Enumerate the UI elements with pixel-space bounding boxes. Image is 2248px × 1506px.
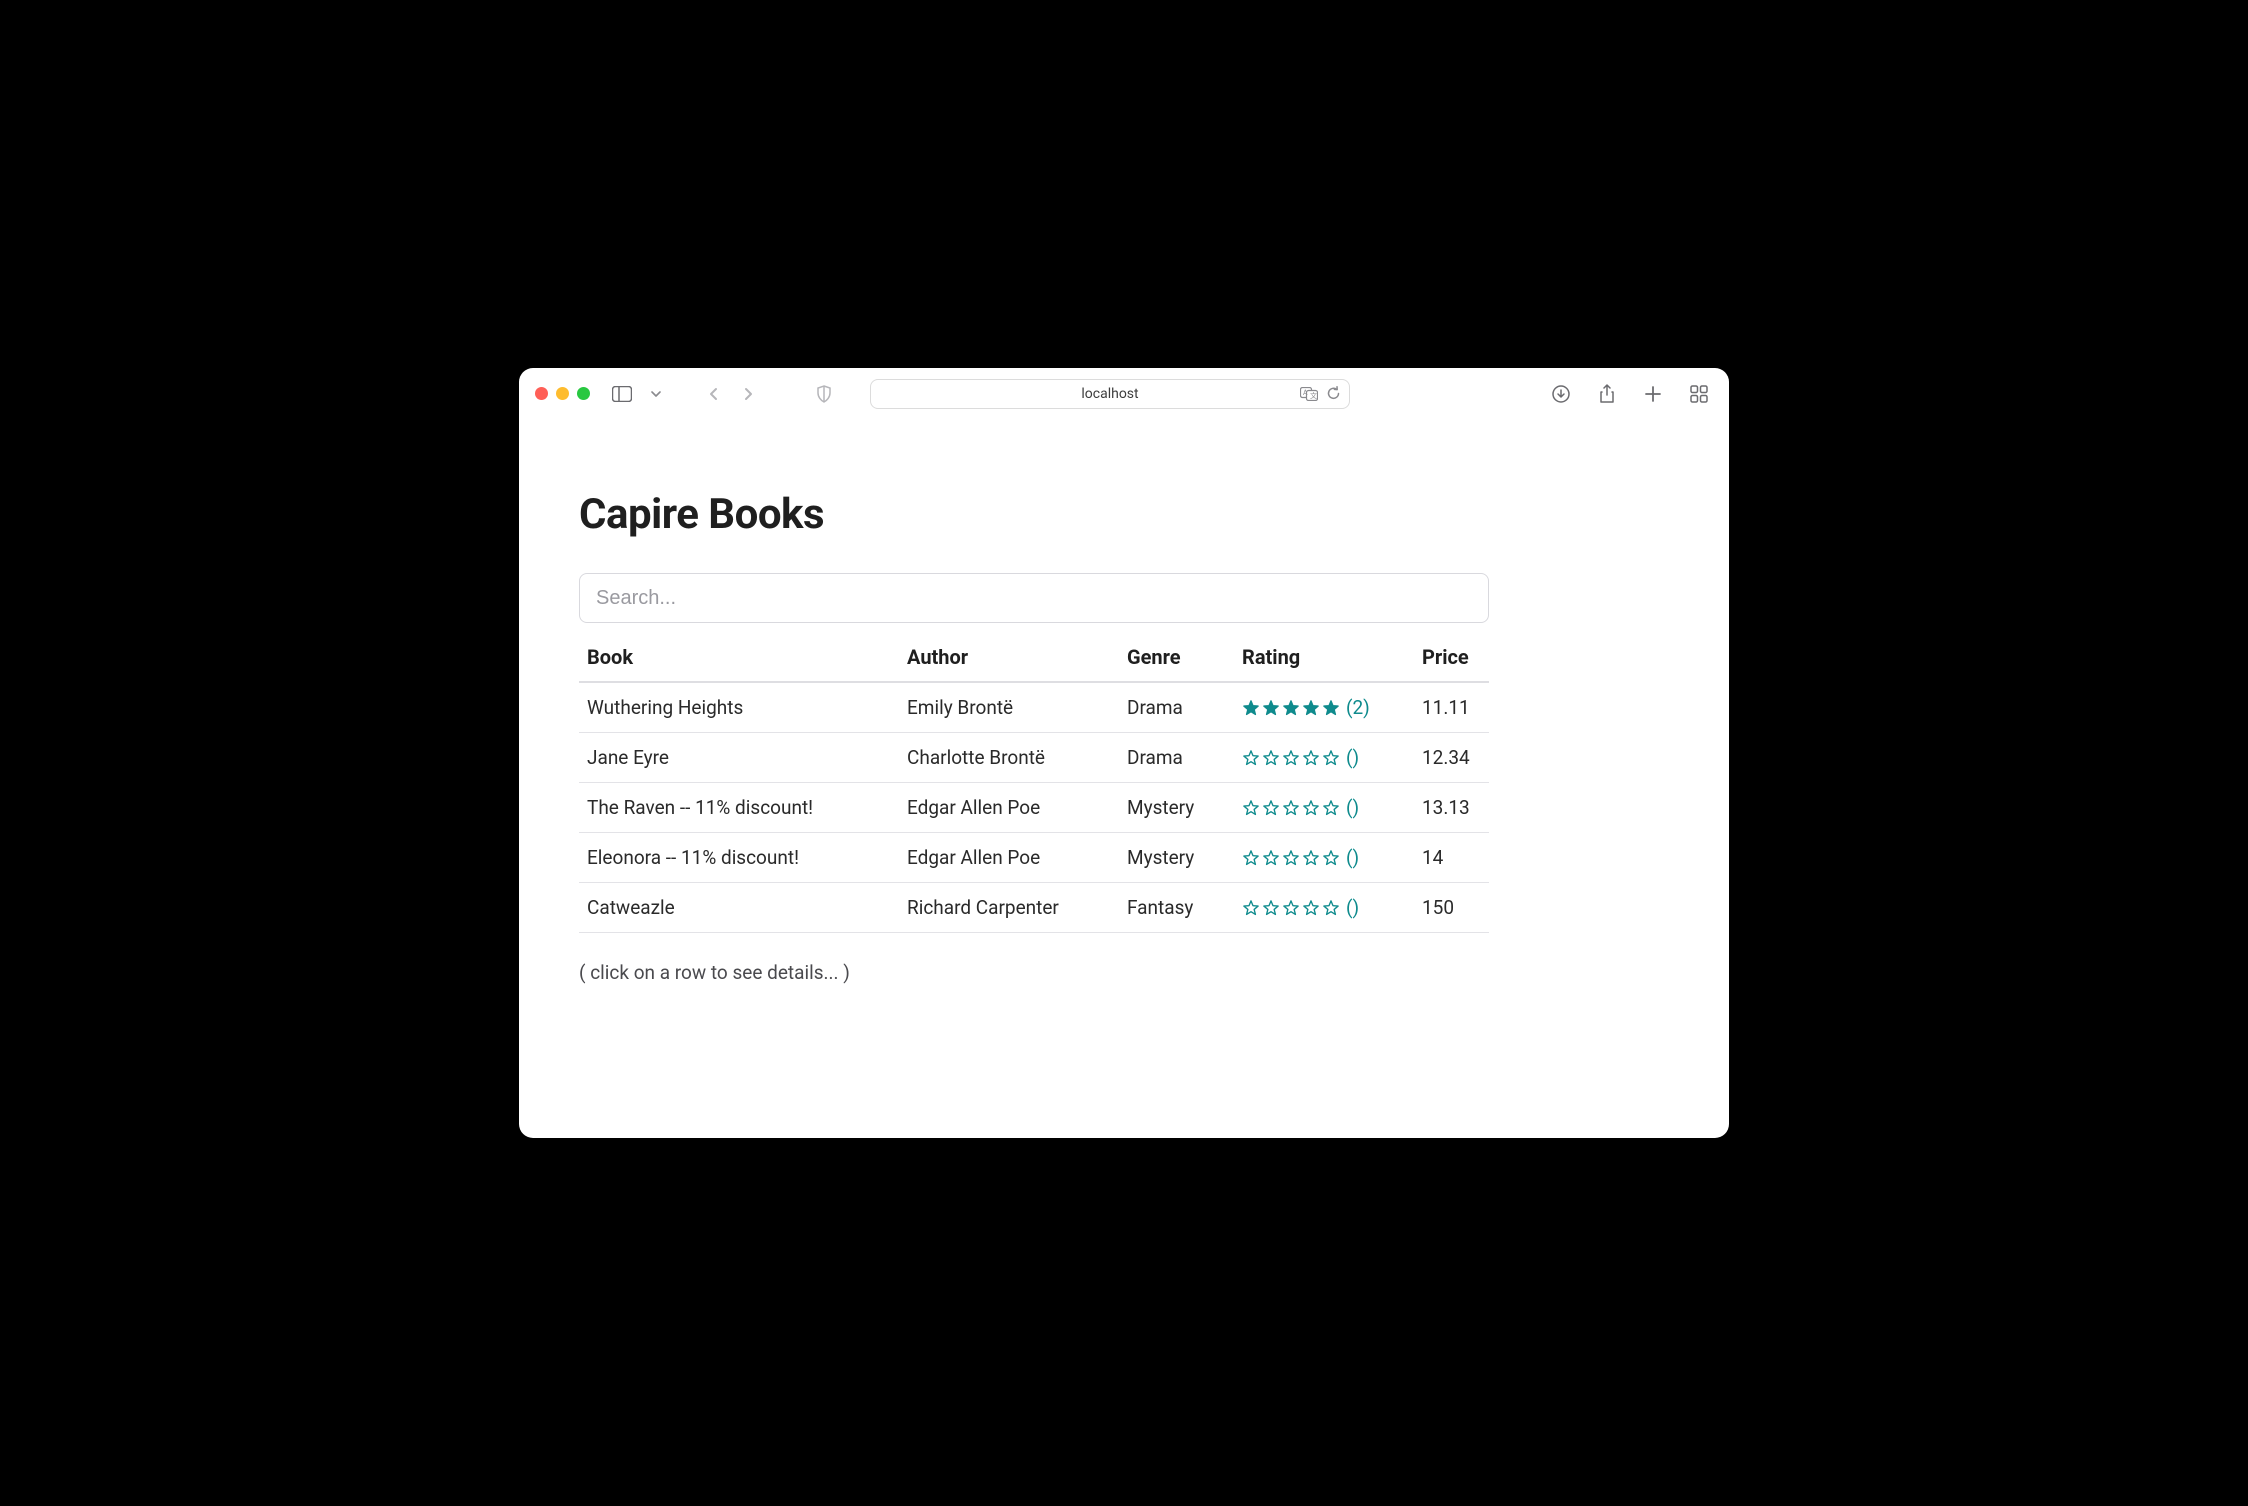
- cell-genre: Drama: [1119, 733, 1234, 783]
- star-empty-icon: [1302, 749, 1320, 767]
- cell-genre: Mystery: [1119, 833, 1234, 883]
- cell-rating: (2): [1234, 682, 1414, 733]
- page-content: Capire Books Book Author Genre Rating Pr…: [519, 420, 1729, 1138]
- cell-book: Eleonora -- 11% discount!: [579, 833, 899, 883]
- downloads-icon[interactable]: [1547, 380, 1575, 408]
- rating-count: (): [1346, 746, 1359, 769]
- hint-text: ( click on a row to see details... ): [579, 961, 1669, 984]
- browser-toolbar: localhost A文: [519, 368, 1729, 420]
- search-box: [579, 573, 1489, 623]
- books-table: Book Author Genre Rating Price Wuthering…: [579, 631, 1489, 933]
- cell-book: Catweazle: [579, 883, 899, 933]
- star-filled-icon: [1302, 699, 1320, 717]
- table-row[interactable]: The Raven -- 11% discount!Edgar Allen Po…: [579, 783, 1489, 833]
- cell-price: 13.13: [1414, 783, 1489, 833]
- star-filled-icon: [1262, 699, 1280, 717]
- star-empty-icon: [1242, 849, 1260, 867]
- col-header-rating: Rating: [1234, 631, 1414, 682]
- cell-price: 150: [1414, 883, 1489, 933]
- shield-icon[interactable]: [810, 380, 838, 408]
- star-empty-icon: [1302, 799, 1320, 817]
- reload-icon[interactable]: [1326, 386, 1341, 401]
- col-header-genre: Genre: [1119, 631, 1234, 682]
- star-empty-icon: [1282, 749, 1300, 767]
- star-empty-icon: [1302, 849, 1320, 867]
- cell-author: Edgar Allen Poe: [899, 783, 1119, 833]
- cell-genre: Drama: [1119, 682, 1234, 733]
- cell-rating: (): [1234, 883, 1414, 933]
- cell-author: Edgar Allen Poe: [899, 833, 1119, 883]
- window-controls: [535, 387, 590, 400]
- col-header-book: Book: [579, 631, 899, 682]
- star-empty-icon: [1242, 799, 1260, 817]
- star-empty-icon: [1262, 749, 1280, 767]
- star-filled-icon: [1282, 699, 1300, 717]
- cell-author: Richard Carpenter: [899, 883, 1119, 933]
- star-empty-icon: [1262, 799, 1280, 817]
- svg-text:A: A: [1303, 389, 1308, 397]
- star-filled-icon: [1322, 699, 1340, 717]
- cell-rating: (): [1234, 833, 1414, 883]
- star-empty-icon: [1322, 899, 1340, 917]
- cell-book: Jane Eyre: [579, 733, 899, 783]
- star-filled-icon: [1242, 699, 1260, 717]
- forward-button[interactable]: [734, 380, 762, 408]
- col-header-price: Price: [1414, 631, 1489, 682]
- browser-window: localhost A文: [519, 368, 1729, 1138]
- star-empty-icon: [1282, 849, 1300, 867]
- table-row[interactable]: Jane EyreCharlotte BrontëDrama () 12.34: [579, 733, 1489, 783]
- svg-text:文: 文: [1310, 391, 1317, 400]
- rating-count: (): [1346, 846, 1359, 869]
- star-empty-icon: [1322, 799, 1340, 817]
- share-icon[interactable]: [1593, 380, 1621, 408]
- star-empty-icon: [1322, 849, 1340, 867]
- cell-price: 14: [1414, 833, 1489, 883]
- fullscreen-window-button[interactable]: [577, 387, 590, 400]
- cell-genre: Mystery: [1119, 783, 1234, 833]
- table-row[interactable]: CatweazleRichard CarpenterFantasy () 150: [579, 883, 1489, 933]
- chevron-down-icon[interactable]: [642, 380, 670, 408]
- table-header-row: Book Author Genre Rating Price: [579, 631, 1489, 682]
- star-empty-icon: [1282, 799, 1300, 817]
- minimize-window-button[interactable]: [556, 387, 569, 400]
- cell-price: 12.34: [1414, 733, 1489, 783]
- cell-book: Wuthering Heights: [579, 682, 899, 733]
- star-empty-icon: [1322, 749, 1340, 767]
- star-empty-icon: [1242, 899, 1260, 917]
- cell-author: Emily Brontë: [899, 682, 1119, 733]
- col-header-author: Author: [899, 631, 1119, 682]
- url-text: localhost: [1081, 386, 1138, 402]
- translate-icon[interactable]: A文: [1300, 387, 1318, 401]
- search-input[interactable]: [579, 573, 1489, 623]
- star-empty-icon: [1242, 749, 1260, 767]
- tabs-overview-icon[interactable]: [1685, 380, 1713, 408]
- cell-rating: (): [1234, 733, 1414, 783]
- rating-count: (): [1346, 796, 1359, 819]
- cell-book: The Raven -- 11% discount!: [579, 783, 899, 833]
- new-tab-icon[interactable]: [1639, 380, 1667, 408]
- star-empty-icon: [1302, 899, 1320, 917]
- rating-count: (2): [1346, 696, 1370, 719]
- cell-price: 11.11: [1414, 682, 1489, 733]
- page-title: Capire Books: [579, 490, 1669, 539]
- close-window-button[interactable]: [535, 387, 548, 400]
- cell-author: Charlotte Brontë: [899, 733, 1119, 783]
- table-row[interactable]: Eleonora -- 11% discount!Edgar Allen Poe…: [579, 833, 1489, 883]
- star-empty-icon: [1262, 899, 1280, 917]
- url-bar[interactable]: localhost A文: [870, 379, 1350, 409]
- rating-count: (): [1346, 896, 1359, 919]
- back-button[interactable]: [700, 380, 728, 408]
- star-empty-icon: [1262, 849, 1280, 867]
- cell-rating: (): [1234, 783, 1414, 833]
- table-row[interactable]: Wuthering HeightsEmily BrontëDrama (2) 11…: [579, 682, 1489, 733]
- cell-genre: Fantasy: [1119, 883, 1234, 933]
- star-empty-icon: [1282, 899, 1300, 917]
- sidebar-icon[interactable]: [608, 380, 636, 408]
